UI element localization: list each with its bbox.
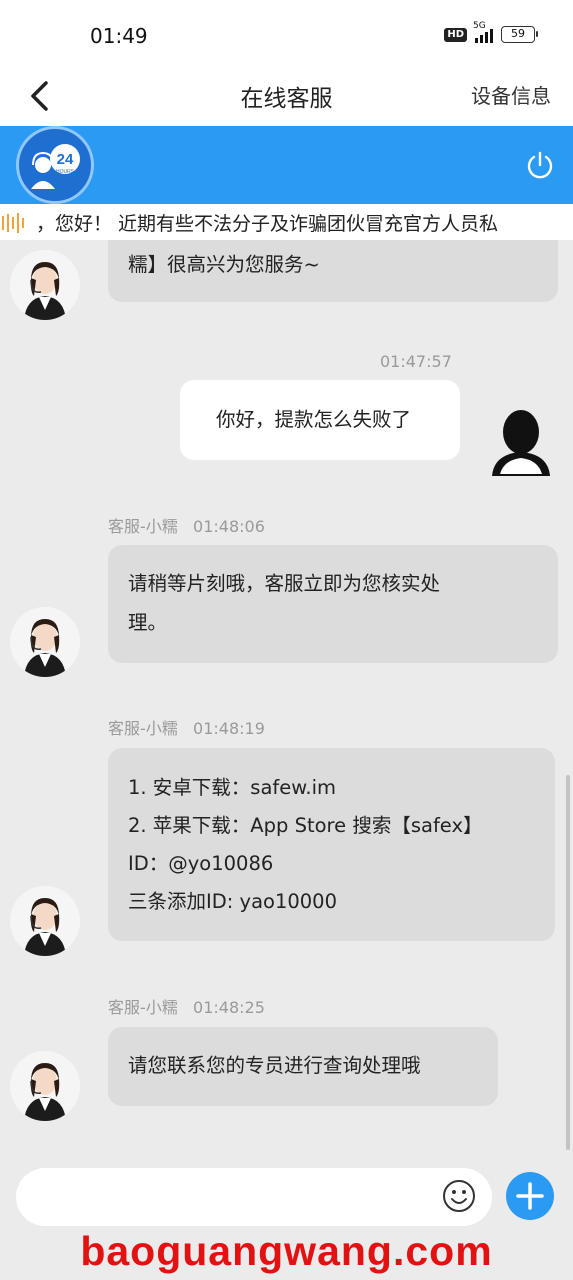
power-icon[interactable] [525,150,555,180]
agent-message-bubble: 1. 安卓下载：safew.im 2. 苹果下载：App Store 搜索【sa… [108,748,555,941]
app-header: 在线客服 设备信息 [0,66,573,126]
sound-wave-icon [2,213,24,233]
cellular-signal-icon: 5G [473,21,493,43]
plus-icon [516,1182,544,1210]
service-banner: 24 HOURS [0,126,573,204]
sender-name: 客服-小糯 [108,719,178,738]
sender-name: 客服-小糯 [108,998,178,1017]
sender-name: 客服-小糯 [108,517,178,536]
agent-message-bubble: 糯】很高兴为您服务~ [108,240,558,302]
message-text-line: ID：@yo10086 [128,852,274,875]
message-text-line: 请您联系您的专员进行查询处理哦 [128,1054,421,1077]
message-text-line: 糯】很高兴为您服务~ [128,253,320,276]
message-text-line: 三条添加ID: yao10000 [128,890,337,913]
add-attachment-button[interactable] [506,1172,554,1220]
agent-avatar [10,607,80,677]
message-text-line: 2. 苹果下载：App Store 搜索【safex】 [128,814,483,837]
logo-hours-text: HOURS [56,169,75,175]
notice-marquee: ，您好！ 近期有些不法分子及诈骗团伙冒充官方人员私 [0,204,573,240]
battery-icon: 59 [501,26,538,43]
message-input[interactable] [16,1168,492,1226]
logo-24-text: 24 [57,151,74,168]
network-type-label: 5G [473,20,486,31]
watermark-text: baoguangwang.com [80,1228,493,1274]
agent-avatar [10,1051,80,1121]
sender-label: 客服-小糯 01:48:06 [108,513,265,537]
message-timestamp: 01:47:57 [380,352,452,371]
agent-avatar [10,886,80,956]
notice-text: ，您好！ 近期有些不法分子及诈骗团伙冒充官方人员私 [36,213,499,235]
message-input-bar [0,1152,573,1228]
user-avatar [490,408,552,478]
chat-scrollbar[interactable] [566,775,570,1150]
message-timestamp: 01:48:25 [193,998,265,1017]
message-text-line: 1. 安卓下载：safew.im [128,776,337,799]
status-icons: HD 5G 59 [444,21,538,43]
message-timestamp: 01:48:19 [193,719,265,738]
chat-area[interactable]: 糯】很高兴为您服务~ 01:47:57 你好，提款怎么失败了 客服-小糯 01:… [0,240,573,1152]
message-timestamp: 01:48:06 [193,517,265,536]
agent-avatar [10,250,80,320]
user-message-bubble: 你好，提款怎么失败了 [180,380,460,460]
message-text-line: 你好，提款怎么失败了 [216,408,412,431]
emoji-icon[interactable] [442,1179,476,1213]
status-bar: 01:49 HD 5G 59 [0,0,573,66]
agent-message-bubble: 请您联系您的专员进行查询处理哦 [108,1027,498,1106]
sender-label: 客服-小糯 01:48:19 [108,715,265,739]
device-info-link[interactable]: 设备信息 [471,80,551,109]
status-time: 01:49 [90,24,148,48]
hd-badge: HD [444,27,467,42]
message-text-line: 请稍等片刻哦，客服立即为您核实处 [128,572,441,595]
agent-message-bubble: 请稍等片刻哦，客服立即为您核实处 理。 [108,545,558,663]
sender-label: 客服-小糯 01:48:25 [108,994,265,1018]
support-24h-logo: 24 HOURS [16,126,94,204]
message-text-line: 理。 [128,611,168,634]
